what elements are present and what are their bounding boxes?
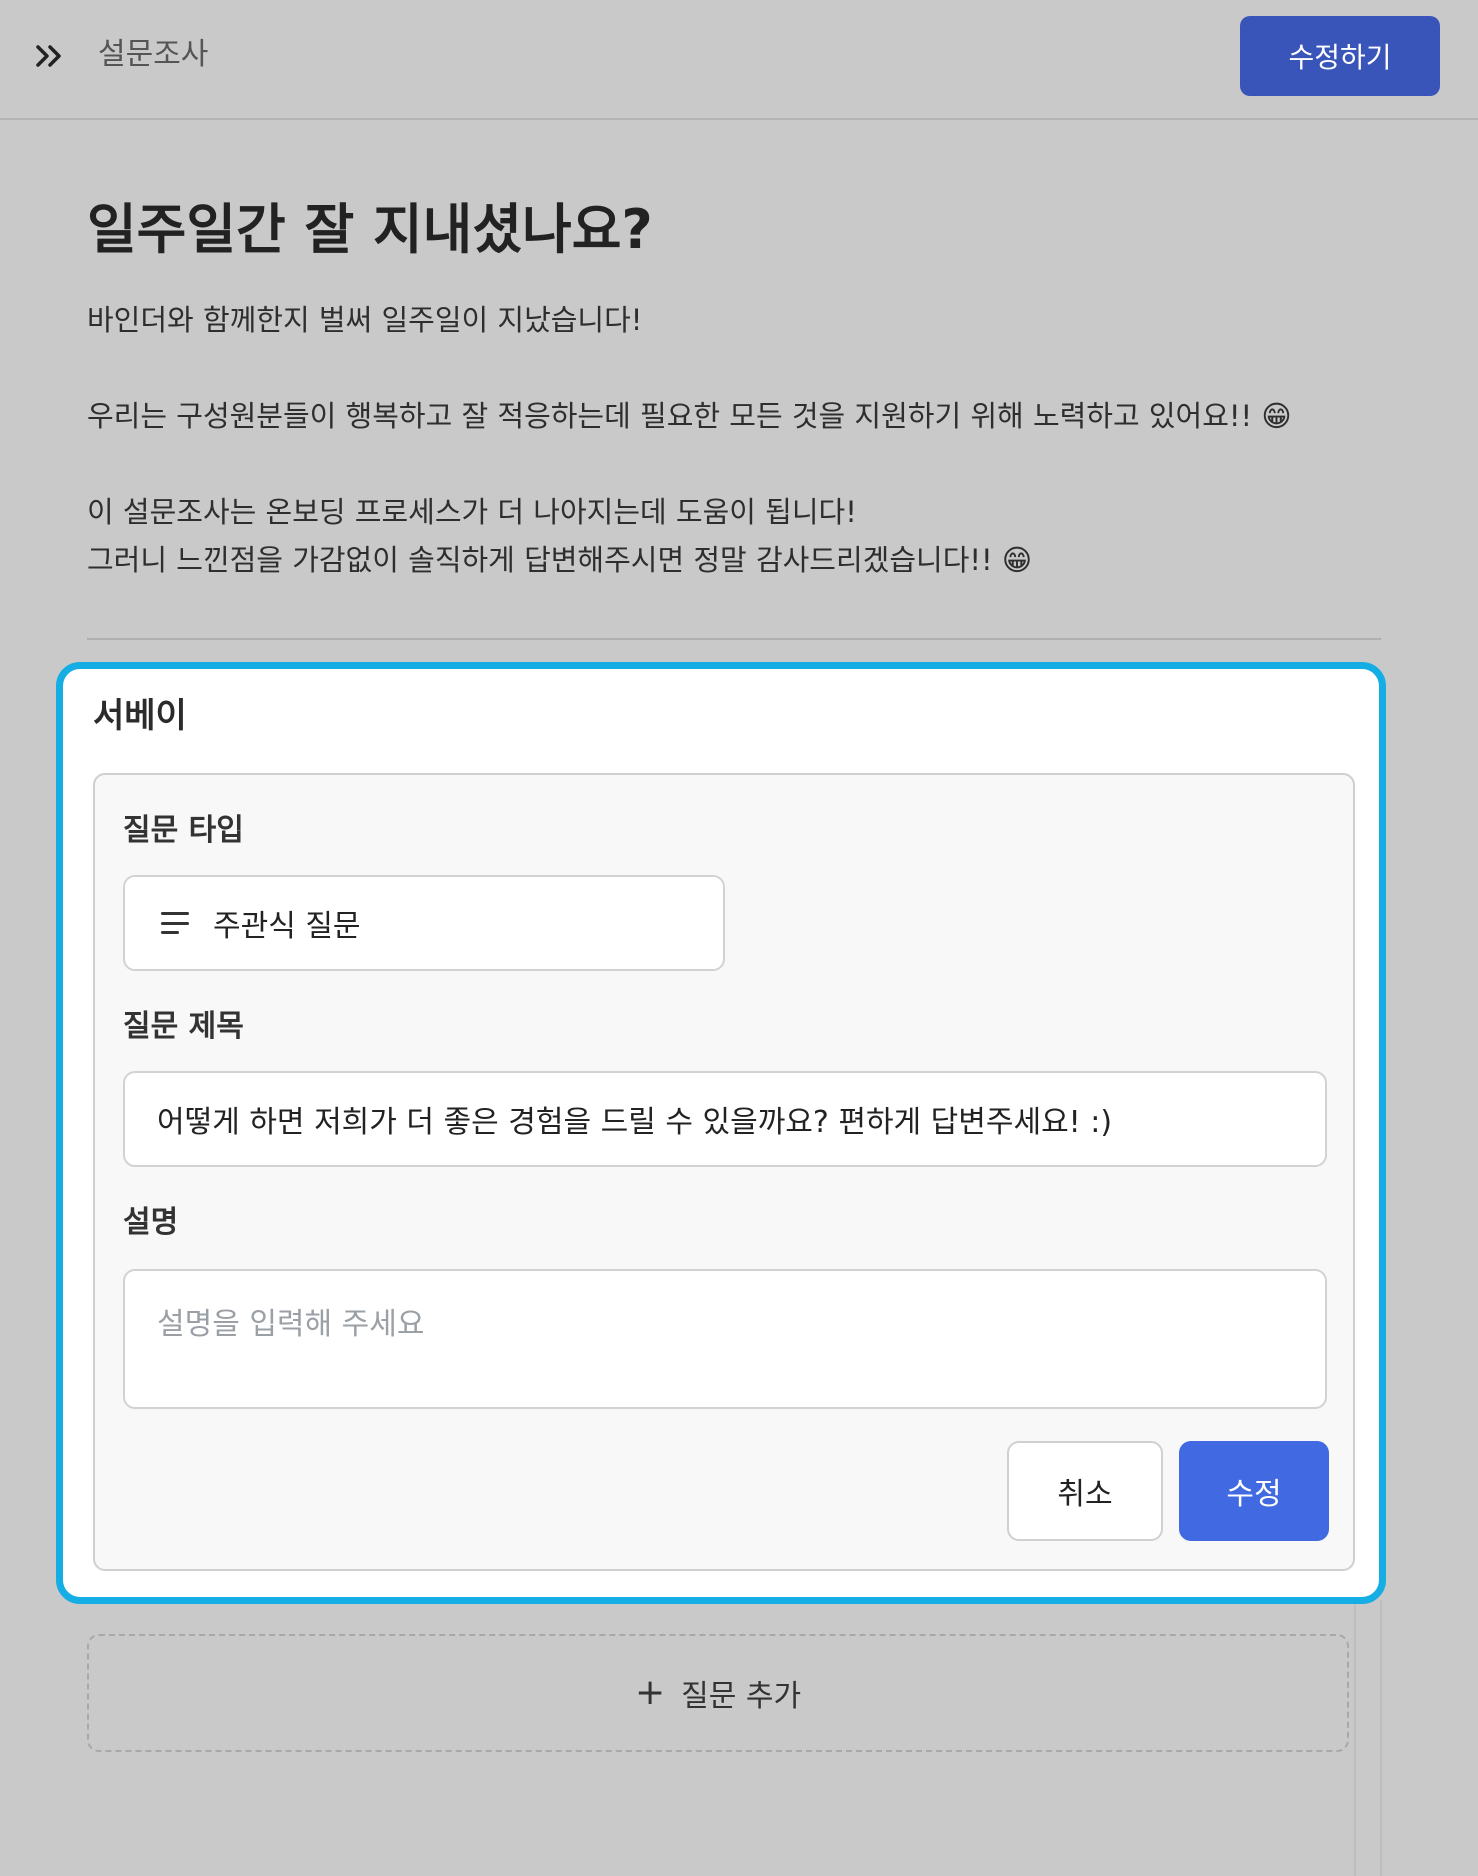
intro-paragraph: 바인더와 함께한지 벌써 일주일이 지났습니다! bbox=[87, 303, 643, 337]
intro-paragraph: 그러니 느낀점을 가감없이 솔직하게 답변해주시면 정말 감사드리겠습니다!! … bbox=[87, 543, 1033, 577]
question-type-select[interactable]: 주관식 질문 bbox=[123, 875, 725, 971]
save-button[interactable]: 수정 bbox=[1179, 1441, 1329, 1541]
add-question-button[interactable]: + 질문 추가 bbox=[87, 1634, 1349, 1752]
breadcrumb: 설문조사 bbox=[98, 37, 209, 72]
edit-survey-button[interactable]: 수정하기 bbox=[1240, 16, 1440, 96]
top-bar: 설문조사 수정하기 bbox=[0, 0, 1478, 120]
intro-paragraph: 이 설문조사는 온보딩 프로세스가 더 나아지는데 도움이 됩니다! bbox=[87, 495, 857, 529]
plus-icon: + bbox=[634, 1672, 666, 1713]
question-type-value: 주관식 질문 bbox=[213, 909, 361, 944]
add-question-label: 질문 추가 bbox=[681, 1679, 802, 1714]
divider bbox=[87, 638, 1381, 640]
survey-editor-panel: 서베이 질문 타입 주관식 질문 질문 제목 어떻게 하면 저희가 더 좋은 경… bbox=[56, 662, 1386, 1604]
question-title-label: 질문 제목 bbox=[123, 1009, 244, 1044]
cancel-button[interactable]: 취소 bbox=[1007, 1441, 1163, 1541]
question-title-input[interactable]: 어떻게 하면 저희가 더 좋은 경험을 드릴 수 있을까요? 편하게 답변주세요… bbox=[123, 1071, 1327, 1167]
intro-paragraph: 우리는 구성원분들이 행복하고 잘 적응하는데 필요한 모든 것을 지원하기 위… bbox=[87, 399, 1292, 433]
page-title: 일주일간 잘 지내셨나요? bbox=[87, 198, 653, 261]
description-placeholder: 설명을 입력해 주세요 bbox=[157, 1307, 425, 1342]
panel-title: 서베이 bbox=[93, 696, 187, 736]
description-textarea[interactable]: 설명을 입력해 주세요 bbox=[123, 1269, 1327, 1409]
divider bbox=[1380, 1600, 1382, 1876]
question-type-label: 질문 타입 bbox=[123, 813, 244, 848]
question-editor-card: 질문 타입 주관식 질문 질문 제목 어떻게 하면 저희가 더 좋은 경험을 드… bbox=[93, 773, 1355, 1571]
expand-sidebar-icon[interactable] bbox=[30, 36, 70, 76]
description-label: 설명 bbox=[123, 1205, 179, 1240]
question-title-value: 어떻게 하면 저희가 더 좋은 경험을 드릴 수 있을까요? 편하게 답변주세요… bbox=[157, 1105, 1113, 1140]
text-lines-icon bbox=[161, 912, 191, 934]
survey-description: 바인더와 함께한지 벌써 일주일이 지났습니다! 우리는 구성원분들이 행복하고… bbox=[87, 296, 1377, 584]
